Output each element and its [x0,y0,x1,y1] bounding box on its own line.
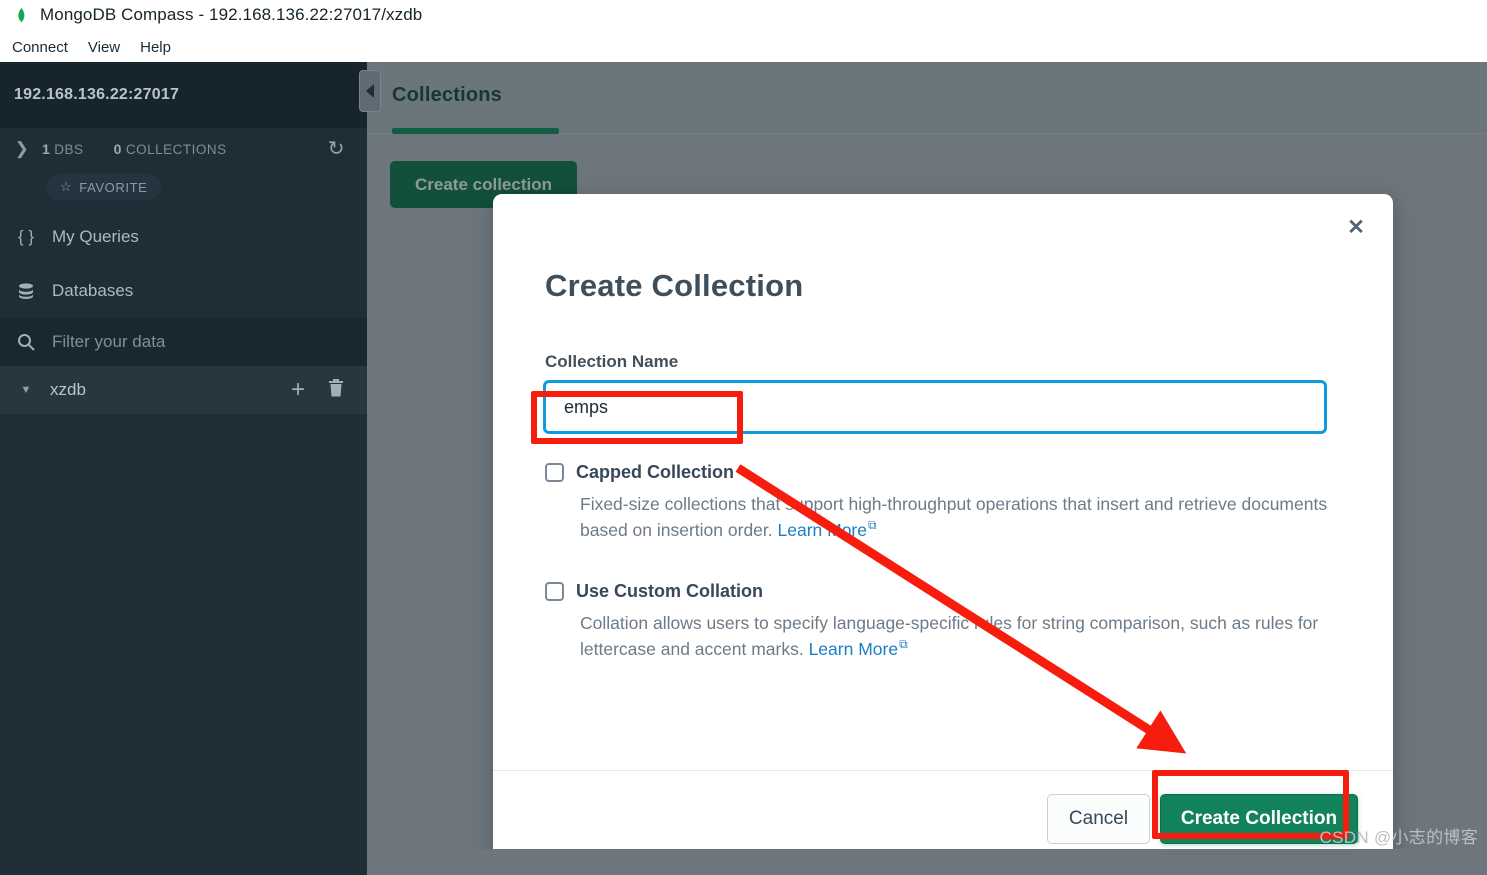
sidebar-item-label: Databases [52,281,134,300]
braces-icon: { } [17,227,35,246]
database-icon [10,281,42,301]
collection-name-input[interactable] [543,380,1327,434]
tab-active-underline [392,128,559,134]
custom-collation-description-text: Collation allows users to specify langua… [580,613,1319,659]
capped-collection-description: Fixed-size collections that support high… [493,492,1393,543]
dbs-label: DBS [54,142,84,157]
collation-learn-more-link[interactable]: Learn More [809,639,899,659]
database-name: xzdb [50,380,86,399]
cancel-button[interactable]: Cancel [1047,794,1150,844]
chevron-left-icon [366,84,374,98]
close-icon[interactable]: ✕ [1341,212,1371,242]
sidebar-stats-row: ❯ 1 DBS 0 COLLECTIONS ↻ [0,128,367,170]
watermark: CSDN @小志的博客 [1319,828,1478,847]
menu-bar: Connect View Help [0,33,1487,62]
search-icon [10,332,42,352]
collections-count: 0 [113,141,122,157]
create-collection-dialog: ✕ Create Collection Collection Name Capp… [493,194,1393,866]
sidebar-connection-header: 192.168.136.22:27017 [0,62,367,128]
sidebar-database-row-xzdb[interactable]: ▼ xzdb + [0,366,367,414]
caret-down-icon[interactable]: ▼ [10,384,42,396]
window-title: MongoDB Compass - 192.168.136.22:27017/x… [40,5,423,24]
tab-bar: Collections [359,62,1487,134]
mongodb-leaf-icon [12,6,30,24]
star-icon: ☆ [60,179,73,194]
chevron-right-icon[interactable]: ❯ [10,139,34,159]
collections-stat: 0 COLLECTIONS [114,141,227,157]
sidebar-item-label: My Queries [52,227,139,246]
favorite-label: FAVORITE [79,179,148,195]
favorite-chip[interactable]: ☆ FAVORITE [46,174,162,200]
custom-collation-checkbox[interactable] [545,582,564,601]
collection-name-label: Collection Name [545,352,679,371]
filter-placeholder: Filter your data [52,332,166,351]
custom-collation-row[interactable]: Use Custom Collation [493,581,1393,602]
sidebar-item-my-queries[interactable]: { } My Queries [0,210,367,264]
sidebar-filter-row[interactable]: Filter your data [0,318,367,366]
external-link-icon: ⧉ [899,636,908,651]
database-row-actions: + [291,378,345,403]
capped-learn-more-link[interactable]: Learn More [778,520,868,540]
sidebar: 192.168.136.22:27017 ❯ 1 DBS 0 COLLECTIO… [0,62,367,875]
collections-label: COLLECTIONS [125,142,227,157]
capped-collection-checkbox[interactable] [545,463,564,482]
tab-collections[interactable]: Collections [392,84,502,107]
custom-collation-title: Use Custom Collation [576,581,764,601]
title-bar: MongoDB Compass - 192.168.136.22:27017/x… [0,0,1487,30]
capped-collection-title: Capped Collection [576,462,735,482]
trash-icon[interactable] [327,378,345,403]
refresh-icon[interactable]: ↻ [328,139,345,159]
plus-icon[interactable]: + [291,378,305,402]
menu-view[interactable]: View [78,37,130,58]
dialog-title: Create Collection [545,268,804,303]
sidebar-item-databases[interactable]: Databases [0,264,367,318]
capped-collection-option: Capped Collection Fixed-size collections… [493,462,1393,543]
external-link-icon: ⧉ [868,517,877,532]
dialog-footer-divider [493,770,1393,771]
dbs-count: 1 [42,141,51,157]
favorite-row: ☆ FAVORITE [0,170,367,210]
bottom-strip-right [367,849,1487,875]
menu-connect[interactable]: Connect [2,37,78,58]
app-window: MongoDB Compass - 192.168.136.22:27017/x… [0,0,1487,875]
menu-help[interactable]: Help [130,37,181,58]
capped-collection-description-text: Fixed-size collections that support high… [580,494,1328,540]
sidebar-collapse-button[interactable] [359,70,381,112]
bottom-strip-left [0,849,367,875]
capped-collection-row[interactable]: Capped Collection [493,462,1393,483]
custom-collation-description: Collation allows users to specify langua… [493,611,1393,662]
custom-collation-option: Use Custom Collation Collation allows us… [493,581,1393,662]
connection-host: 192.168.136.22:27017 [14,86,180,103]
dbs-stat: 1 DBS [42,141,84,157]
